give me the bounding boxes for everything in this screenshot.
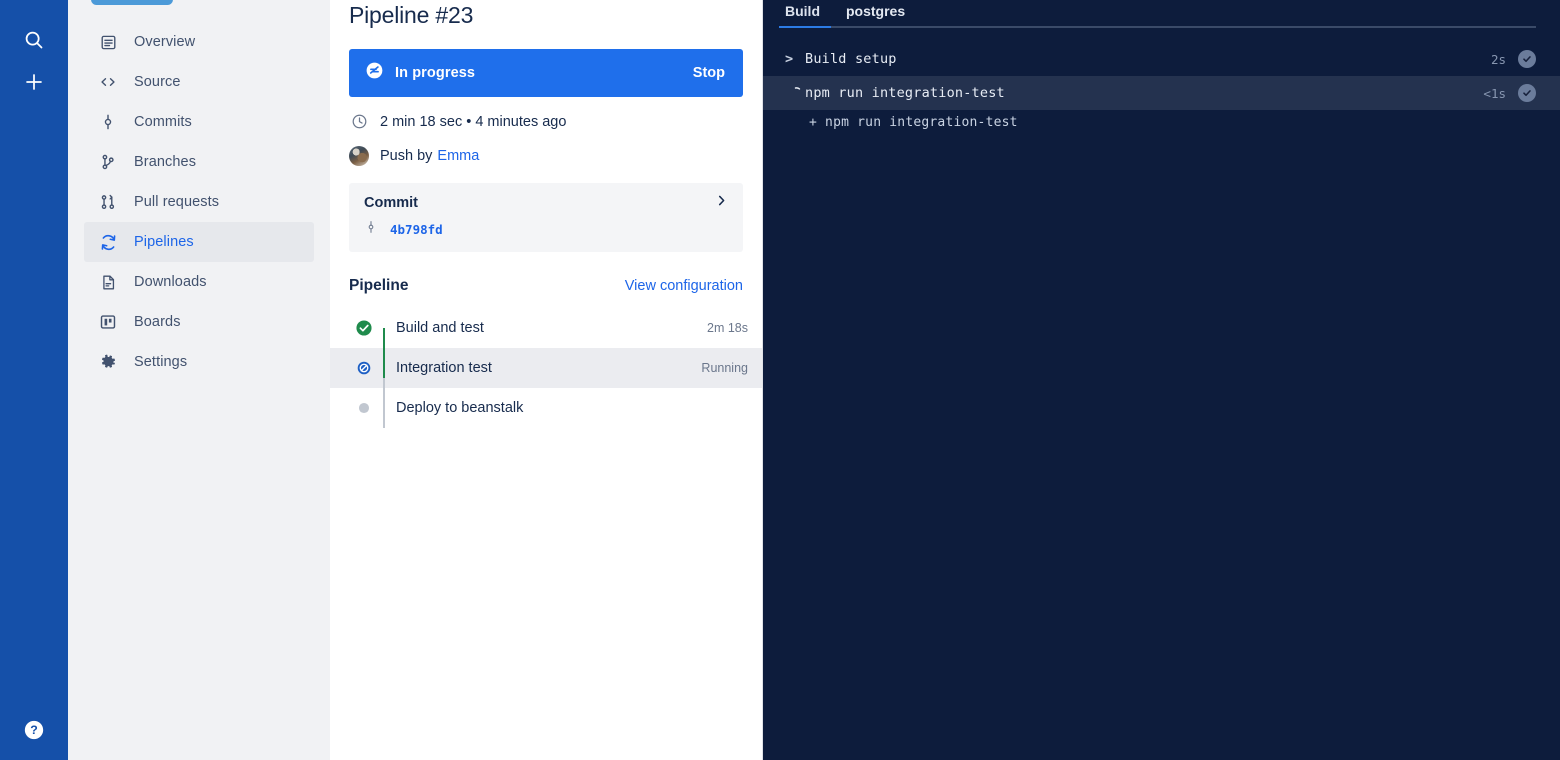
sidebar-item-commits[interactable]: Commits <box>84 102 314 142</box>
pipeline-step-deploy-to-beanstalk[interactable]: Deploy to beanstalk <box>330 388 762 428</box>
step-label: Deploy to beanstalk <box>396 400 524 416</box>
chevron-right-icon[interactable]: > <box>785 51 805 67</box>
boards-icon <box>98 312 118 332</box>
downloads-icon <box>98 272 118 292</box>
branch-icon <box>98 152 118 172</box>
pull-request-icon <box>98 192 118 212</box>
sidebar-item-label: Branches <box>134 153 197 170</box>
in-progress-circle-icon <box>355 359 373 377</box>
help-circle-icon: ? <box>23 719 45 746</box>
project-sidebar: Overview Source Commits Branches Pull re… <box>68 0 330 760</box>
status-banner-left: In progress <box>365 61 475 85</box>
sidebar-item-label: Commits <box>134 113 192 130</box>
commit-card-header: Commit <box>364 194 728 211</box>
sidebar-header-placeholder <box>91 0 173 5</box>
commit-card[interactable]: Commit 4b798fd <box>349 183 743 252</box>
step-connector-green <box>382 328 385 378</box>
pipelines-icon <box>98 232 118 252</box>
page-title: Pipeline #23 <box>349 2 474 28</box>
pipeline-section-title: Pipeline <box>349 277 409 294</box>
step-meta: 2m 18s <box>707 321 748 335</box>
help-button[interactable]: ? <box>14 712 54 752</box>
log-row-duration: <1s <box>1483 85 1506 101</box>
sidebar-item-label: Pull requests <box>134 193 220 210</box>
pipeline-step-build-and-test[interactable]: Build and test 2m 18s <box>330 308 762 348</box>
log-tab-active-underline <box>779 26 831 28</box>
log-tabs: Build postgres <box>763 0 1560 28</box>
sidebar-item-source[interactable]: Source <box>84 62 314 102</box>
check-badge-icon <box>1518 50 1536 68</box>
sidebar-item-overview[interactable]: Overview <box>84 22 314 62</box>
tab-build[interactable]: Build <box>785 0 820 20</box>
sidebar-item-pull-requests[interactable]: Pull requests <box>84 182 314 222</box>
author-prefix: Push by <box>380 148 433 164</box>
sidebar-item-label: Settings <box>134 353 188 370</box>
sidebar-item-boards[interactable]: Boards <box>84 302 314 342</box>
sidebar-item-branches[interactable]: Branches <box>84 142 314 182</box>
create-button[interactable] <box>14 62 54 102</box>
log-row-build-setup[interactable]: > Build setup 2s <box>763 42 1560 76</box>
pending-dot-icon <box>355 399 373 417</box>
stop-button[interactable]: Stop <box>693 65 725 81</box>
author-link[interactable]: Emma <box>437 148 479 164</box>
plus-icon <box>23 71 45 93</box>
global-nav-rail: ? <box>0 0 68 760</box>
search-icon <box>23 29 45 51</box>
commit-hash-row: 4b798fd <box>364 220 728 239</box>
log-row-duration: 2s <box>1490 51 1506 67</box>
status-label: In progress <box>395 65 476 81</box>
step-label: Build and test <box>396 320 484 336</box>
clock-icon <box>349 113 369 130</box>
sidebar-item-label: Overview <box>134 33 196 50</box>
svg-text:?: ? <box>30 723 38 737</box>
avatar <box>349 146 369 166</box>
step-meta: Running <box>701 361 748 375</box>
sidebar-item-pipelines[interactable]: Pipelines <box>84 222 314 262</box>
view-configuration-link[interactable]: View configuration <box>625 278 743 294</box>
log-row-label: npm run integration-test <box>805 85 1005 101</box>
sidebar-item-label: Downloads <box>134 273 207 290</box>
overview-icon <box>98 32 118 52</box>
log-row-label: Build setup <box>805 51 897 67</box>
pipeline-steps-list: Build and test 2m 18s Integration test R… <box>330 308 762 428</box>
log-tabs-track <box>779 26 1536 28</box>
app-root: ? Overview Source Commits Branches Pull … <box>0 0 1560 760</box>
sidebar-nav-list: Overview Source Commits Branches Pull re… <box>68 0 330 382</box>
chevron-right-icon[interactable] <box>715 194 728 211</box>
tab-postgres[interactable]: postgres <box>846 0 905 20</box>
sidebar-item-downloads[interactable]: Downloads <box>84 262 314 302</box>
sidebar-item-label: Pipelines <box>134 233 194 250</box>
step-label: Integration test <box>396 360 492 376</box>
commit-node-icon <box>364 220 378 239</box>
gear-icon <box>98 352 118 372</box>
in-progress-icon <box>365 61 384 85</box>
duration-text: 2 min 18 sec • 4 minutes ago <box>380 113 567 130</box>
pipeline-step-integration-test[interactable]: Integration test Running <box>330 348 762 388</box>
log-row-integration-test[interactable]: npm run integration-test <1s <box>763 76 1560 110</box>
pipeline-detail-panel: Pipeline #23 In progress Stop 2 min 18 s… <box>330 0 763 760</box>
duration-row: 2 min 18 sec • 4 minutes ago <box>349 113 743 130</box>
log-output-line: + npm run integration-test <box>809 115 1018 130</box>
pipeline-section-header: Pipeline View configuration <box>349 277 743 295</box>
status-banner[interactable]: In progress Stop <box>349 49 743 97</box>
commit-hash-link[interactable]: 4b798fd <box>390 222 443 237</box>
sidebar-item-label: Boards <box>134 313 181 330</box>
commit-card-title: Commit <box>364 194 418 211</box>
sidebar-item-settings[interactable]: Settings <box>84 342 314 382</box>
check-badge-icon <box>1518 84 1536 102</box>
sidebar-item-label: Source <box>134 73 181 90</box>
log-tabs-spacer <box>763 28 1560 42</box>
check-circle-icon <box>355 319 373 337</box>
search-button[interactable] <box>14 20 54 60</box>
spinner-icon <box>785 85 805 102</box>
commit-icon <box>98 112 118 132</box>
code-icon <box>98 72 118 92</box>
step-connector-grey <box>382 378 385 428</box>
author-row: Push by Emma <box>349 146 743 166</box>
log-panel: Build postgres > Build setup 2s npm run … <box>763 0 1560 760</box>
